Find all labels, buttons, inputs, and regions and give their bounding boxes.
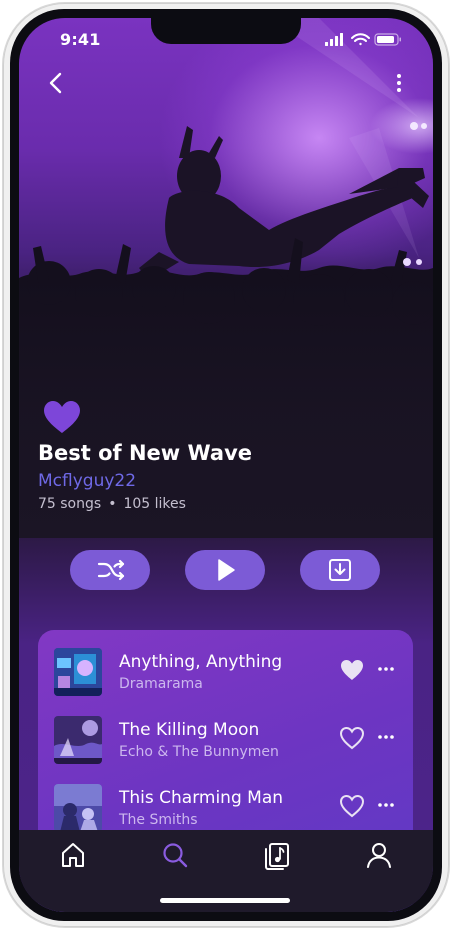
library-icon[interactable]	[262, 840, 292, 870]
user-icon[interactable]	[364, 840, 394, 870]
back-icon[interactable]	[45, 72, 67, 94]
album-art-charming-man	[54, 784, 102, 832]
song-more-icon[interactable]	[377, 664, 395, 674]
download-button[interactable]	[300, 550, 380, 590]
playlist-meta: 75 songs • 105 likes	[38, 496, 186, 512]
song-title: The Killing Moon	[119, 720, 260, 740]
status-time: 9:41	[60, 30, 101, 49]
album-art	[54, 784, 102, 832]
album-art-killing-moon	[54, 716, 102, 764]
heart-outline-icon[interactable]	[339, 794, 365, 818]
songs-count: 75 songs	[38, 496, 102, 512]
more-options-icon[interactable]	[393, 72, 405, 94]
play-button[interactable]	[185, 550, 265, 590]
wifi-icon	[351, 33, 370, 46]
heart-outline-icon[interactable]	[339, 726, 365, 750]
album-art	[54, 716, 102, 764]
download-icon	[329, 559, 351, 581]
home-icon[interactable]	[58, 840, 88, 870]
song-more-icon[interactable]	[377, 732, 395, 742]
album-art-dramarama	[54, 648, 102, 696]
app-screen: 9:41 Best of New Wave Mcflyguy22 75 song…	[19, 18, 433, 912]
playlist-like-heart-icon[interactable]	[43, 400, 81, 434]
song-artist: The Smiths	[119, 812, 198, 828]
heart-filled-icon[interactable]	[339, 658, 365, 682]
song-row[interactable]: This Charming Man The Smiths	[38, 778, 413, 834]
playlist-owner-link[interactable]: Mcflyguy22	[38, 471, 136, 491]
song-title: Anything, Anything	[119, 652, 283, 672]
home-indicator	[160, 898, 290, 903]
play-icon	[218, 559, 235, 581]
song-row[interactable]: The Killing Moon Echo & The Bunnymen	[38, 710, 413, 766]
cellular-signal-icon	[325, 33, 343, 46]
playlist-title: Best of New Wave	[38, 441, 253, 465]
shuffle-icon	[97, 559, 125, 581]
song-artist: Echo & The Bunnymen	[119, 744, 279, 760]
status-icons	[325, 33, 401, 46]
song-title: This Charming Man	[119, 788, 284, 808]
shuffle-button[interactable]	[70, 550, 150, 590]
device-notch	[151, 18, 301, 44]
status-bar: 9:41	[19, 18, 433, 62]
song-more-icon[interactable]	[377, 800, 395, 810]
song-artist: Dramarama	[119, 676, 203, 692]
search-icon[interactable]	[160, 840, 190, 870]
album-art	[54, 648, 102, 696]
song-row[interactable]: Anything, Anything Dramarama	[38, 642, 413, 698]
battery-icon	[374, 33, 401, 46]
bottom-navigation	[19, 830, 433, 912]
likes-count: 105 likes	[123, 496, 186, 512]
meta-separator: •	[108, 496, 117, 512]
